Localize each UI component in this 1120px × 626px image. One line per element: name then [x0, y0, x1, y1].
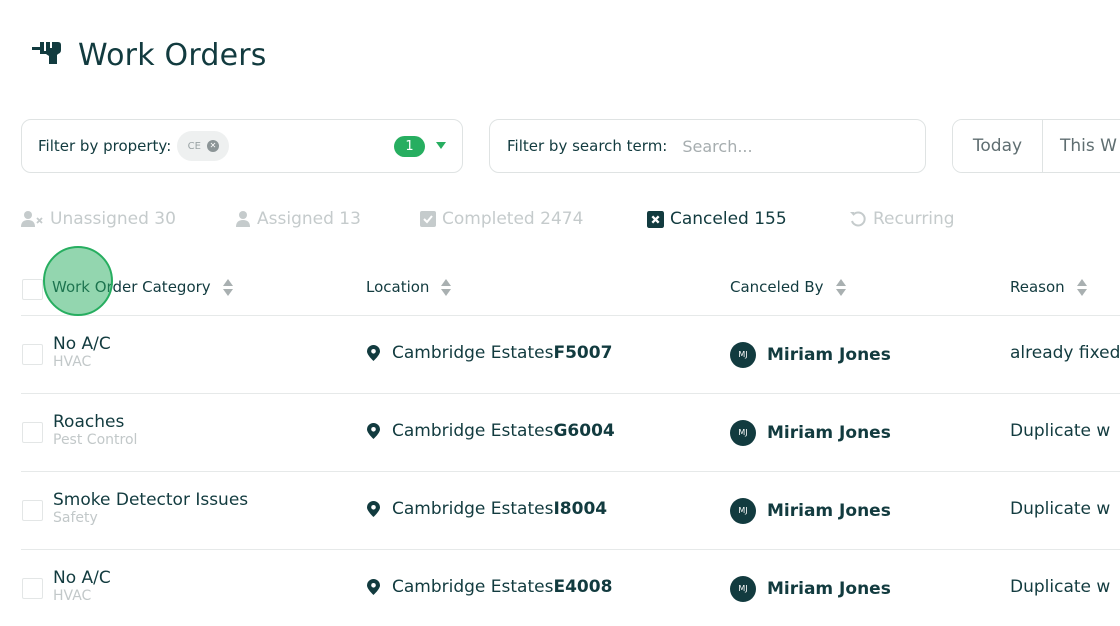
tab-completed[interactable]: Completed 2474 [420, 206, 583, 232]
category-cell: Smoke Detector Issues Safety [53, 490, 248, 526]
caret-down-icon[interactable] [436, 142, 446, 149]
search-filter-label: Filter by search term: [507, 137, 668, 155]
sort-icon[interactable] [441, 278, 452, 296]
location-pin-icon [367, 501, 380, 517]
column-header-canceled-by-label: Canceled By [730, 278, 824, 296]
property-name: Cambridge Estates [392, 343, 554, 363]
today-button[interactable]: Today [953, 120, 1043, 172]
location-cell: Cambridge Estates F5007 [367, 343, 612, 363]
reason-cell: Duplicate w [1010, 499, 1111, 519]
subcategory-name: HVAC [53, 588, 92, 604]
this-week-button[interactable]: This W [1043, 120, 1117, 172]
user-x-icon [21, 211, 43, 227]
property-name: Cambridge Estates [392, 577, 554, 597]
property-name: Cambridge Estates [392, 421, 554, 441]
user-icon [236, 211, 250, 227]
unit-number: G6004 [553, 421, 615, 441]
column-header-location[interactable]: Location [366, 278, 452, 296]
unit-number: F5007 [553, 343, 613, 363]
tab-unassigned[interactable]: Unassigned 30 [20, 206, 176, 232]
location-pin-icon [367, 579, 380, 595]
table-row[interactable]: No A/C HVAC Cambridge Estates E4008 MJ Mi… [21, 550, 1120, 626]
select-all-checkbox[interactable] [22, 279, 43, 300]
canceled-by-name: Miriam Jones [767, 579, 891, 599]
recurring-icon [850, 211, 866, 227]
tab-recurring[interactable]: Recurring [849, 206, 955, 232]
category-cell: Roaches Pest Control [53, 412, 137, 448]
page-header: Work Orders [30, 36, 267, 74]
column-header-category[interactable]: Work Order Category [52, 278, 233, 296]
avatar: MJ [730, 576, 756, 602]
avatar: MJ [730, 342, 756, 368]
row-checkbox[interactable] [22, 422, 43, 443]
tab-assigned[interactable]: Assigned 13 [235, 206, 361, 232]
sort-icon[interactable] [835, 278, 846, 296]
table-row[interactable]: No A/C HVAC Cambridge Estates F5007 MJ Mi… [21, 316, 1120, 394]
row-checkbox[interactable] [22, 344, 43, 365]
location-cell: Cambridge Estates I8004 [367, 499, 607, 519]
location-cell: Cambridge Estates G6004 [367, 421, 615, 441]
table-header: Work Order Category Location Canceled By… [21, 266, 1120, 316]
tab-canceled[interactable]: Canceled 155 [647, 206, 787, 232]
table-row[interactable]: Roaches Pest Control Cambridge Estates G6… [21, 394, 1120, 472]
check-square-icon [420, 211, 436, 227]
column-header-location-label: Location [366, 278, 430, 296]
canceled-by-name: Miriam Jones [767, 423, 891, 443]
subcategory-name: HVAC [53, 354, 92, 370]
table-row[interactable]: Smoke Detector Issues Safety Cambridge E… [21, 472, 1120, 550]
property-name: Cambridge Estates [392, 499, 554, 519]
category-cell: No A/C HVAC [53, 568, 111, 604]
tab-completed-label: Completed 2474 [442, 209, 584, 229]
sort-icon[interactable] [222, 278, 233, 296]
search-filter: Filter by search term: [489, 119, 926, 173]
column-header-category-label: Work Order Category [52, 278, 211, 296]
canceled-by-cell: MJ Miriam Jones [730, 342, 891, 368]
column-header-reason-label: Reason [1010, 278, 1065, 296]
x-square-icon [647, 210, 664, 228]
canceled-by-name: Miriam Jones [767, 501, 891, 521]
tab-assigned-label: Assigned 13 [257, 209, 361, 229]
category-name: Roaches [53, 412, 125, 432]
avatar: MJ [730, 420, 756, 446]
subcategory-name: Pest Control [53, 432, 138, 448]
column-header-canceled-by[interactable]: Canceled By [730, 278, 846, 296]
tab-recurring-label: Recurring [873, 209, 955, 229]
tab-unassigned-label: Unassigned 30 [50, 209, 176, 229]
canceled-by-cell: MJ Miriam Jones [730, 576, 891, 602]
category-name: No A/C [53, 568, 111, 588]
drill-icon [30, 36, 64, 74]
subcategory-name: Safety [53, 510, 98, 526]
canceled-by-cell: MJ Miriam Jones [730, 498, 891, 524]
row-checkbox[interactable] [22, 500, 43, 521]
property-chip-label: CE [187, 140, 201, 152]
location-pin-icon [367, 423, 380, 439]
category-name: Smoke Detector Issues [53, 490, 249, 510]
tab-canceled-label: Canceled 155 [670, 209, 787, 229]
location-pin-icon [367, 345, 380, 361]
page-title: Work Orders [78, 37, 267, 73]
date-range-group: Today This W [952, 119, 1120, 173]
location-cell: Cambridge Estates E4008 [367, 577, 612, 597]
remove-chip-icon[interactable]: ✕ [206, 140, 219, 152]
property-filter-label: Filter by property: [38, 137, 172, 155]
property-filter[interactable]: Filter by property: CE ✕ 1 [21, 119, 463, 173]
canceled-by-cell: MJ Miriam Jones [730, 420, 891, 446]
reason-cell: Duplicate w [1010, 421, 1111, 441]
avatar: MJ [730, 498, 756, 524]
sort-icon[interactable] [1076, 278, 1087, 296]
unit-number: E4008 [553, 577, 613, 597]
property-count-badge: 1 [394, 136, 425, 157]
property-chip[interactable]: CE ✕ [177, 131, 230, 161]
reason-cell: already fixed [1010, 343, 1120, 363]
canceled-by-name: Miriam Jones [767, 345, 891, 365]
reason-cell: Duplicate w [1010, 577, 1111, 597]
row-checkbox[interactable] [22, 578, 43, 599]
category-name: No A/C [53, 334, 111, 354]
column-header-reason[interactable]: Reason [1010, 278, 1087, 296]
unit-number: I8004 [553, 499, 608, 519]
search-input[interactable] [682, 136, 903, 156]
category-cell: No A/C HVAC [53, 334, 111, 370]
